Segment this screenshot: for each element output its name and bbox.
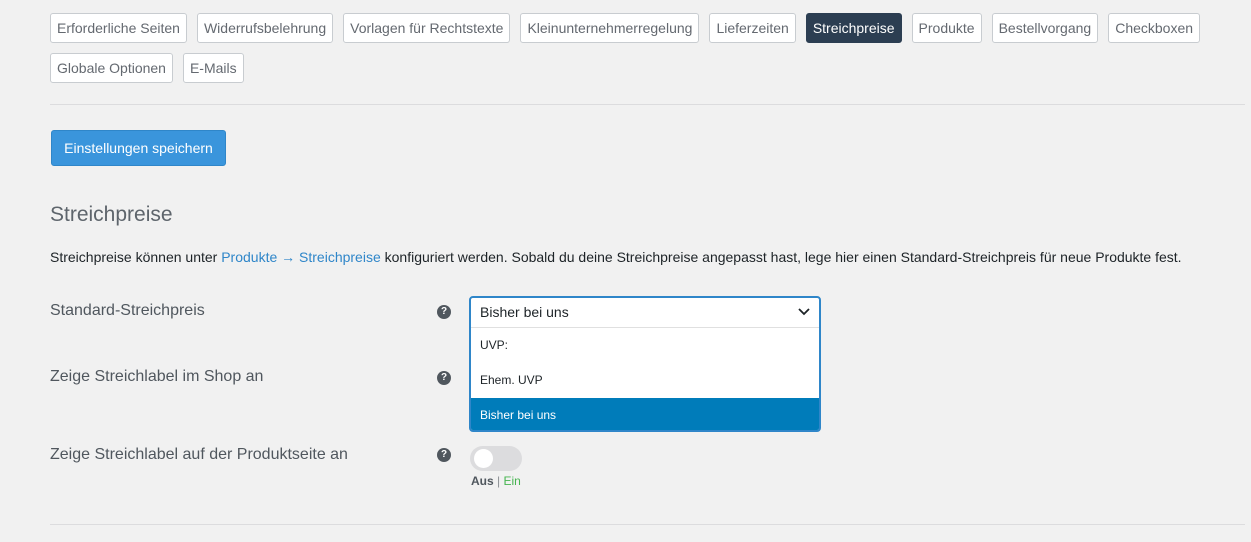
tab-produkte[interactable]: Produkte bbox=[911, 13, 982, 43]
settings-tab-bar: Erforderliche Seiten Widerrufsbelehrung … bbox=[50, 13, 1245, 93]
tab-bestellvorgang[interactable]: Bestellvorgang bbox=[991, 13, 1099, 43]
tab-lieferzeiten[interactable]: Lieferzeiten bbox=[709, 13, 796, 43]
shop-label-label: Zeige Streichlabel im Shop an bbox=[50, 368, 264, 385]
tab-checkboxen[interactable]: Checkboxen bbox=[1108, 13, 1201, 43]
toggle-caption: Aus | Ein bbox=[471, 474, 521, 488]
select-current-value[interactable]: Bisher bei uns bbox=[471, 298, 819, 328]
tab-kleinunternehmerregelung[interactable]: Kleinunternehmerregelung bbox=[520, 13, 700, 43]
standard-price-label: Standard-Streichpreis bbox=[50, 302, 205, 319]
tab-widerrufsbelehrung[interactable]: Widerrufsbelehrung bbox=[196, 13, 334, 43]
tab-erforderliche-seiten[interactable]: Erforderliche Seiten bbox=[50, 13, 187, 43]
tab-row-1: Erforderliche Seiten Widerrufsbelehrung … bbox=[50, 13, 1245, 43]
section-description: Streichpreise können unter Produkte → St… bbox=[50, 249, 1182, 265]
desc-text-before: Streichpreise können unter bbox=[50, 249, 222, 265]
bottom-divider bbox=[50, 524, 1245, 525]
desc-text-after: konfiguriert werden. Sobald du deine Str… bbox=[380, 249, 1182, 265]
tab-streichpreise[interactable]: Streichpreise bbox=[805, 13, 902, 43]
tab-vorlagen-rechtstexte[interactable]: Vorlagen für Rechtstexte bbox=[343, 13, 511, 43]
help-icon[interactable]: ? bbox=[437, 305, 451, 319]
top-divider bbox=[50, 104, 1245, 105]
chevron-down-icon bbox=[798, 308, 810, 316]
product-label-label: Zeige Streichlabel auf der Produktseite … bbox=[50, 446, 348, 463]
save-settings-button[interactable]: Einstellungen speichern bbox=[51, 130, 226, 166]
tab-e-mails[interactable]: E-Mails bbox=[182, 53, 244, 83]
select-option-ehem-uvp[interactable]: Ehem. UVP bbox=[471, 363, 819, 398]
select-option-bisher-bei-uns[interactable]: Bisher bei uns bbox=[471, 398, 819, 430]
toggle-knob bbox=[474, 449, 493, 468]
produkte-streichpreise-link[interactable]: Produkte → Streichpreise bbox=[221, 249, 381, 265]
select-option-uvp[interactable]: UVP: bbox=[471, 328, 819, 363]
standard-price-select[interactable]: Bisher bei uns UVP: Ehem. UVP Bisher bei… bbox=[469, 296, 821, 432]
help-icon[interactable]: ? bbox=[437, 371, 451, 385]
product-label-toggle[interactable] bbox=[470, 446, 522, 471]
toggle-off-text: Aus bbox=[471, 474, 494, 488]
tab-row-2: Globale Optionen E-Mails bbox=[50, 53, 1245, 83]
help-icon[interactable]: ? bbox=[437, 448, 451, 462]
toggle-on-text: Ein bbox=[503, 474, 521, 488]
tab-globale-optionen[interactable]: Globale Optionen bbox=[50, 53, 173, 83]
toggle-separator: | bbox=[497, 474, 501, 488]
select-current-text: Bisher bei uns bbox=[480, 304, 569, 320]
section-title: Streichpreise bbox=[50, 203, 173, 226]
